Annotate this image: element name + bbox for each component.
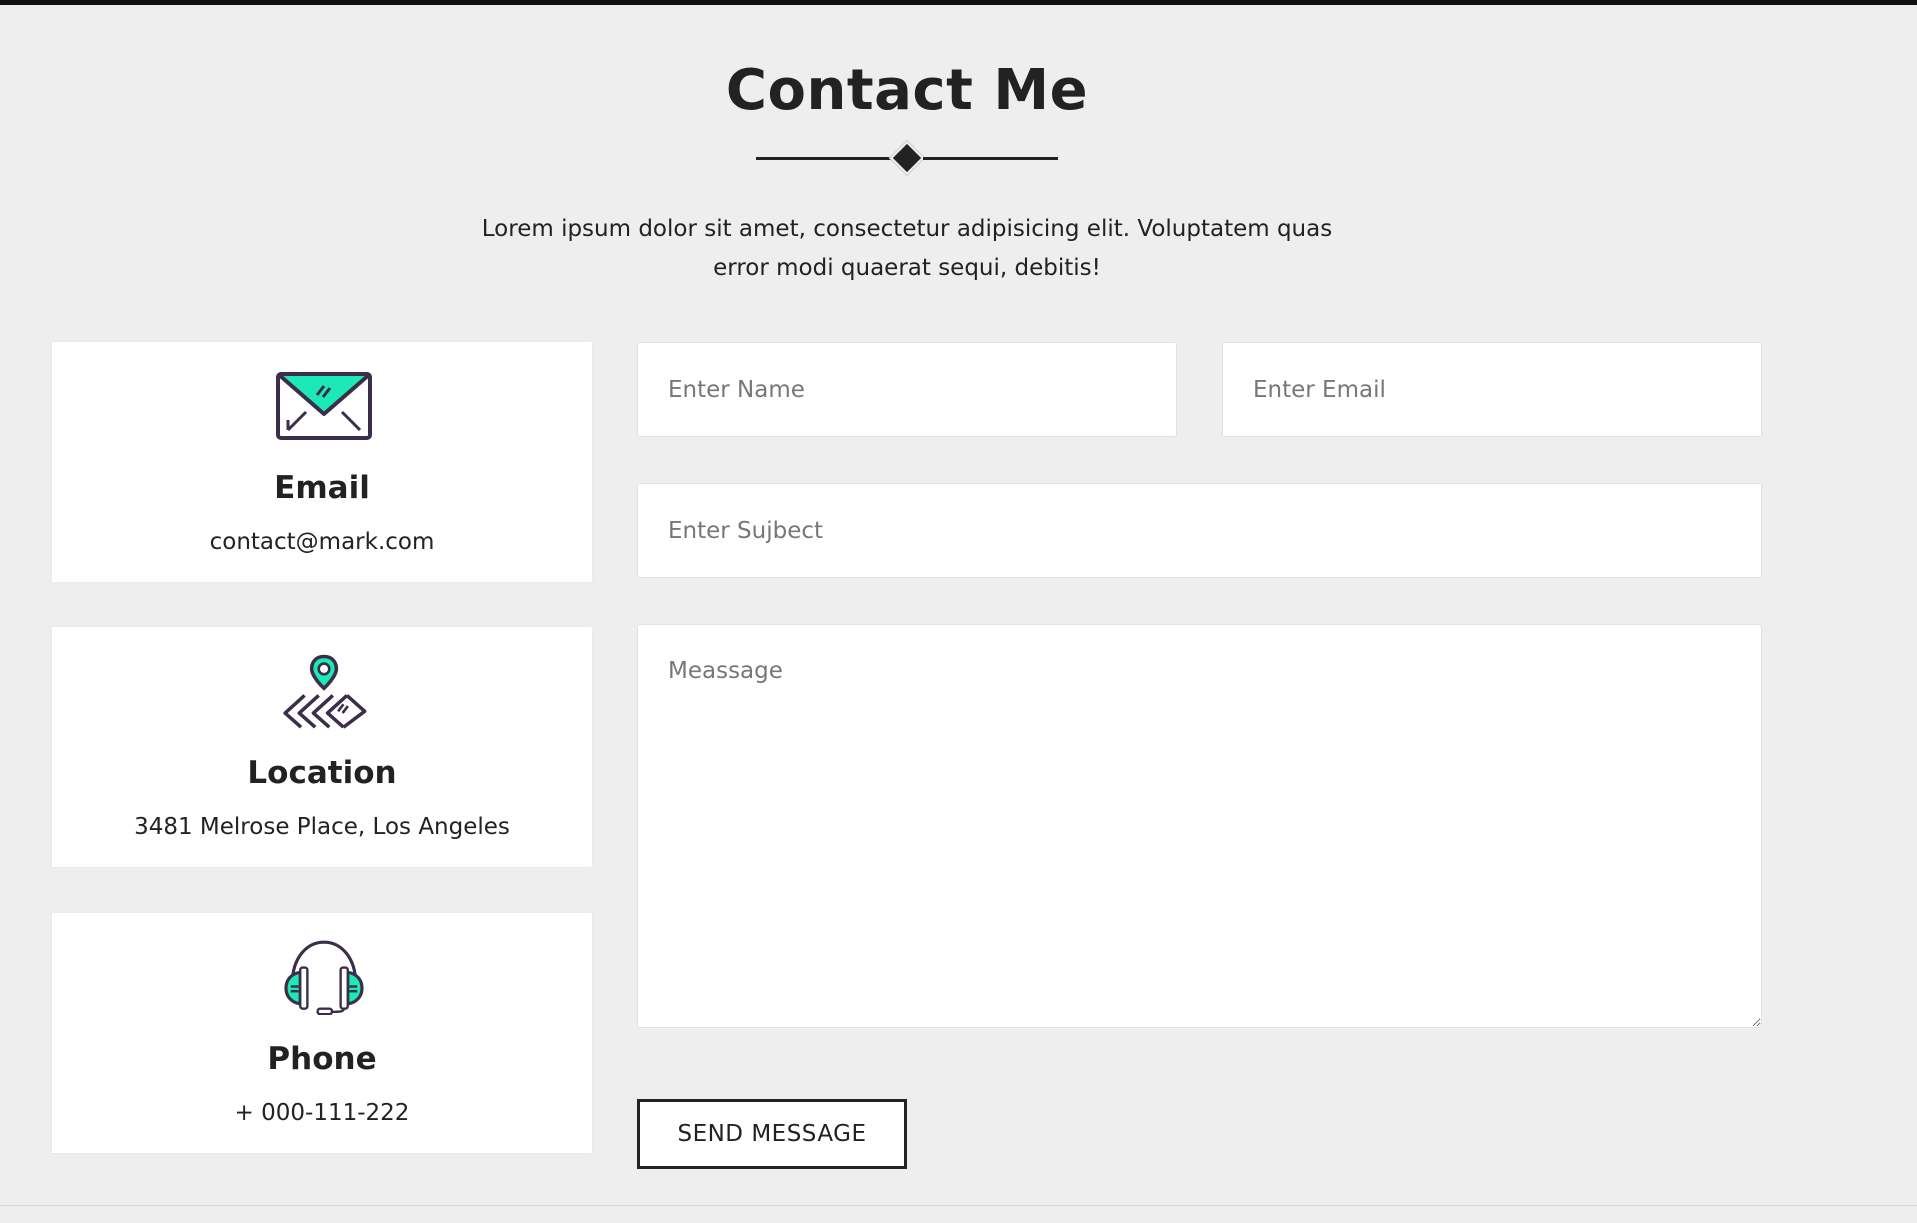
email-card: Email contact@mark.com [52,342,592,582]
divider-line-right [923,157,1058,160]
send-message-button[interactable]: SEND MESSAGE [637,1099,907,1169]
phone-card: Phone + 000-111-222 [52,913,592,1153]
diamond-icon [892,143,922,173]
section-bottom-border [0,1205,1917,1206]
envelope-icon [276,372,372,440]
intro-line-1: Lorem ipsum dolor sit amet, consectetur … [481,216,1333,242]
name-input[interactable] [637,342,1177,437]
map-pin-icon [283,654,367,729]
intro-text: Lorem ipsum dolor sit amet, consectetur … [440,210,1374,288]
location-card: Location 3481 Melrose Place, Los Angeles [52,627,592,867]
subject-input[interactable] [637,483,1762,578]
intro-line-2: error modi quaerat sequi, debitis! [713,255,1101,281]
location-card-value: 3481 Melrose Place, Los Angeles [134,814,510,840]
message-textarea[interactable] [637,624,1762,1028]
email-card-value: contact@mark.com [209,529,435,555]
divider-line-left [756,157,891,160]
title-divider [756,143,1058,173]
email-card-title: Email [274,470,370,506]
email-input[interactable] [1222,342,1762,437]
phone-card-title: Phone [267,1041,377,1077]
location-card-title: Location [247,755,397,791]
page-title: Contact Me [725,58,1089,123]
top-border [0,0,1917,5]
headset-icon [284,940,364,1015]
phone-card-value: + 000-111-222 [234,1100,410,1126]
